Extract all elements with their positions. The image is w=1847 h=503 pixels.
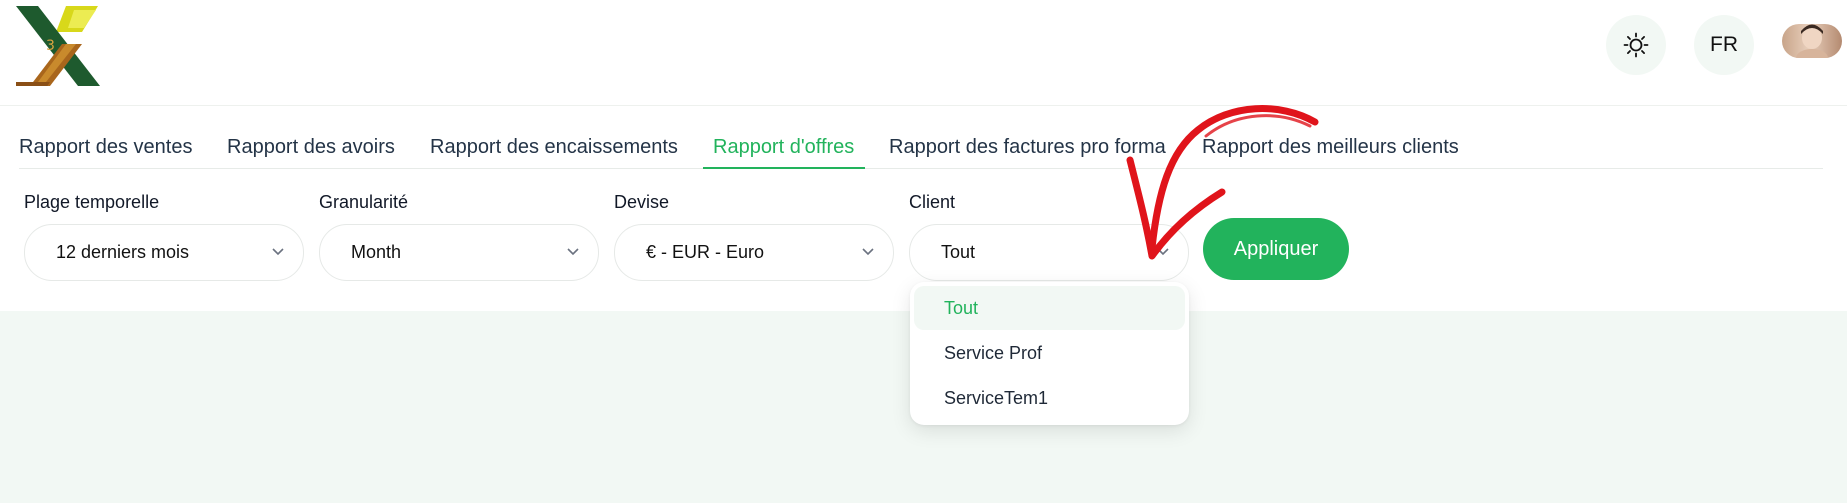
chevron-down-icon xyxy=(862,248,874,256)
avatar-image-icon xyxy=(1796,24,1828,58)
sun-icon xyxy=(1623,32,1649,58)
report-tabs: Rapport des ventes Rapport des avoirs Ra… xyxy=(0,106,1847,170)
chevron-down-icon xyxy=(567,248,579,256)
currency-value: € - EUR - Euro xyxy=(646,242,765,262)
theme-toggle-button[interactable] xyxy=(1606,15,1666,75)
language-label: FR xyxy=(1710,33,1738,56)
active-tab-indicator xyxy=(703,167,865,169)
time-range-select[interactable]: 12 derniers mois xyxy=(24,224,304,281)
currency-label: Devise xyxy=(614,192,670,212)
top-header: 3 FR xyxy=(0,0,1847,106)
annotation-arrow-icon xyxy=(1126,105,1319,260)
tab-credit-notes-report[interactable]: Rapport des avoirs xyxy=(227,136,395,159)
tabs-divider xyxy=(19,168,1823,169)
language-button[interactable]: FR xyxy=(1694,15,1754,75)
client-dropdown-menu: Tout Service Prof ServiceTem1 xyxy=(910,282,1189,425)
tab-offers-report[interactable]: Rapport d'offres xyxy=(713,136,854,159)
x-logo-icon[interactable]: 3 xyxy=(16,6,102,86)
granularity-value: Month xyxy=(351,242,402,262)
client-option-tout[interactable]: Tout xyxy=(914,286,1185,330)
time-range-label: Plage temporelle xyxy=(24,192,160,212)
granularity-label: Granularité xyxy=(319,192,409,212)
time-range-value: 12 derniers mois xyxy=(56,242,190,262)
svg-text:3: 3 xyxy=(46,38,55,54)
user-avatar[interactable] xyxy=(1782,24,1842,58)
client-option-servicetem1[interactable]: ServiceTem1 xyxy=(914,376,1185,420)
granularity-select[interactable]: Month xyxy=(319,224,599,281)
tab-sales-report[interactable]: Rapport des ventes xyxy=(19,136,192,159)
chevron-down-icon xyxy=(272,248,284,256)
tab-collections-report[interactable]: Rapport des encaissements xyxy=(430,136,678,159)
client-value: Tout xyxy=(941,242,976,262)
currency-select[interactable]: € - EUR - Euro xyxy=(614,224,894,281)
client-option-service-prof[interactable]: Service Prof xyxy=(914,331,1185,375)
client-label: Client xyxy=(909,192,956,212)
